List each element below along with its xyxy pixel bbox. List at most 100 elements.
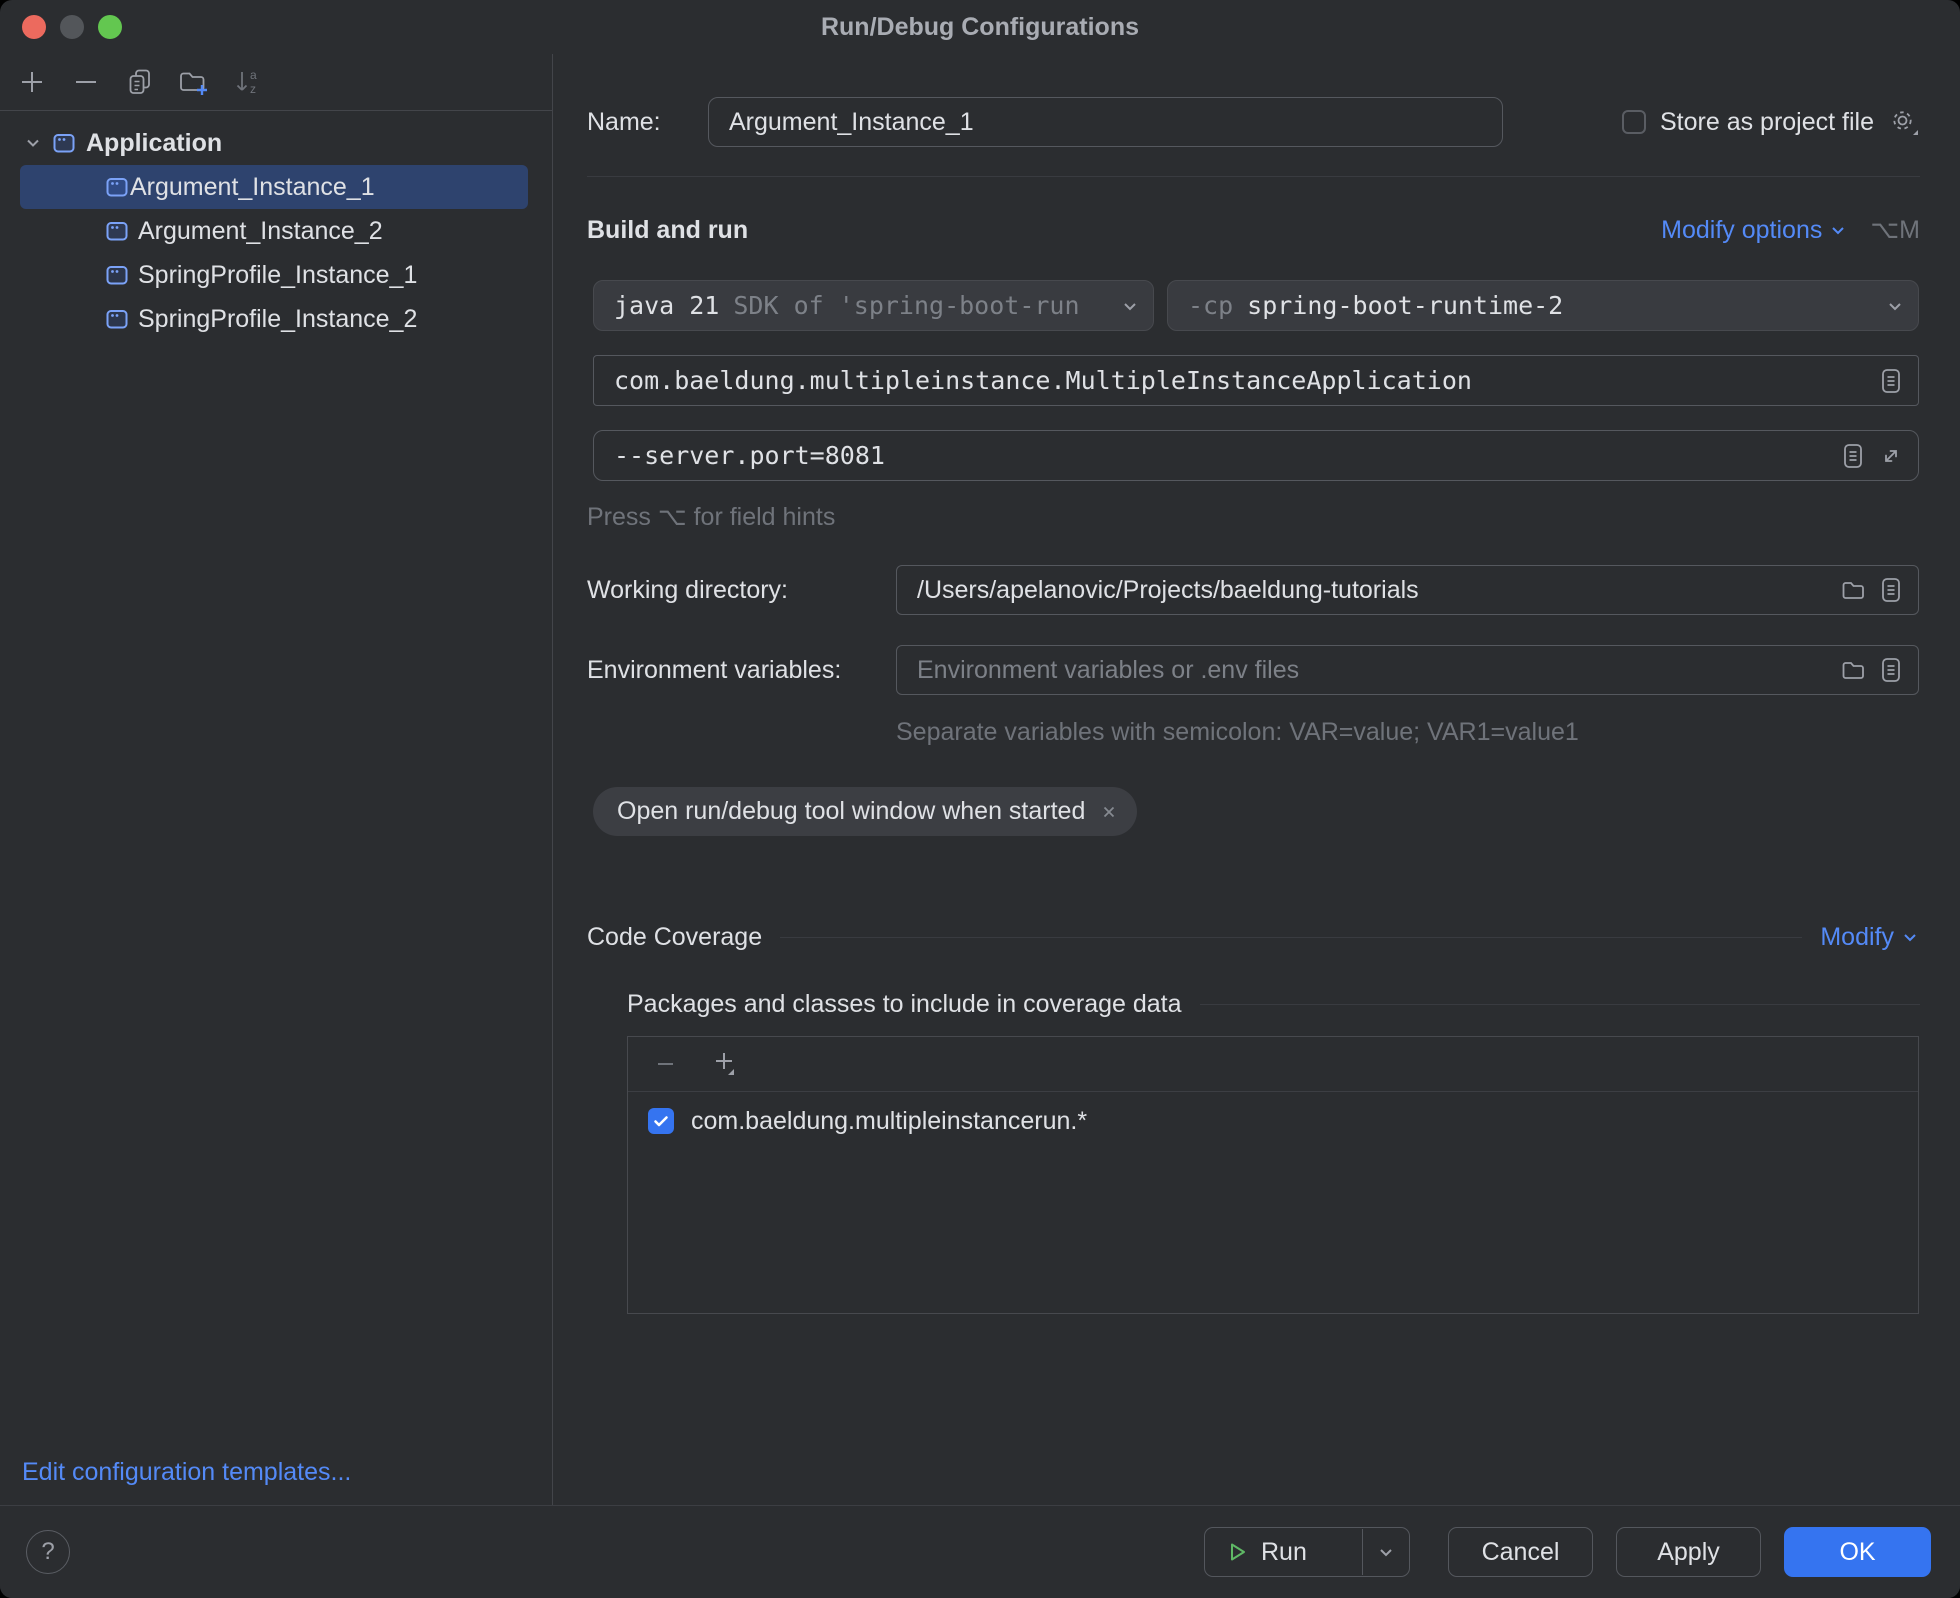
coverage-pattern-checkbox[interactable] <box>648 1108 674 1134</box>
list-options-icon[interactable] <box>1878 656 1904 684</box>
ok-button[interactable]: OK <box>1784 1527 1931 1577</box>
add-icon <box>709 1047 743 1081</box>
working-directory-input[interactable] <box>917 576 1840 605</box>
separator <box>780 937 1802 938</box>
modify-options-shortcut: ⌥M <box>1870 215 1920 245</box>
close-icon[interactable] <box>1099 802 1119 822</box>
dialog-footer: ? Run Cancel Apply OK <box>0 1505 1960 1598</box>
minimize-window-button[interactable] <box>60 15 84 39</box>
sort-configurations-button[interactable]: az <box>228 62 268 102</box>
tree-item-label: SpringProfile_Instance_1 <box>138 261 417 290</box>
name-input[interactable] <box>729 108 1488 137</box>
chevron-down-icon <box>1119 295 1141 317</box>
folder-icon[interactable] <box>1840 577 1866 603</box>
configurations-tree: Application Argument_Instance_1 Argument… <box>0 111 552 341</box>
store-as-project-file-label: Store as project file <box>1660 108 1874 137</box>
run-options-arrow[interactable] <box>1363 1541 1409 1563</box>
window-title: Run/Debug Configurations <box>821 13 1139 42</box>
svg-text:a: a <box>250 68 257 82</box>
titlebar: Run/Debug Configurations <box>0 0 1960 54</box>
zoom-window-button[interactable] <box>98 15 122 39</box>
program-arguments-field[interactable]: --server.port=8081 <box>593 430 1919 481</box>
run-config-icon <box>104 174 130 200</box>
add-configuration-button[interactable] <box>12 62 52 102</box>
svg-text:z: z <box>250 82 256 96</box>
main-class-field[interactable]: com.baeldung.multipleinstance.MultipleIn… <box>593 355 1919 406</box>
run-debug-configurations-dialog: Run/Debug Configurations az <box>0 0 1960 1598</box>
working-directory-field[interactable] <box>896 565 1919 615</box>
coverage-pattern-row[interactable]: com.baeldung.multipleinstancerun.* <box>628 1092 1918 1150</box>
gear-icon[interactable] <box>1888 106 1920 138</box>
chevron-down-icon <box>1828 220 1848 240</box>
build-and-run-header: Build and run Modify options ⌥M <box>587 208 1920 252</box>
code-coverage-title: Code Coverage <box>587 923 762 952</box>
chip-label: Open run/debug tool window when started <box>617 797 1085 826</box>
cancel-button[interactable]: Cancel <box>1448 1527 1593 1577</box>
environment-variables-input[interactable] <box>917 656 1840 685</box>
coverage-packages-header: Packages and classes to include in cover… <box>627 982 1920 1026</box>
code-coverage-header: Code Coverage Modify <box>587 915 1920 959</box>
list-options-icon[interactable] <box>1840 442 1866 470</box>
classpath-dropdown[interactable]: -cp spring-boot-runtime-2 <box>1167 280 1919 331</box>
apply-button[interactable]: Apply <box>1616 1527 1761 1577</box>
play-icon <box>1225 1540 1249 1564</box>
list-options-icon[interactable] <box>1878 367 1904 395</box>
coverage-remove-pattern-button[interactable] <box>646 1044 686 1084</box>
coverage-add-pattern-button[interactable] <box>706 1044 746 1084</box>
environment-variables-field[interactable] <box>896 645 1919 695</box>
help-icon: ? <box>41 1538 54 1566</box>
tree-node-application[interactable]: Application <box>0 121 552 165</box>
name-field[interactable] <box>708 97 1503 147</box>
coverage-packages-label: Packages and classes to include in cover… <box>627 990 1182 1019</box>
working-directory-label: Working directory: <box>587 565 788 615</box>
configurations-sidebar: az Application Argument_Instance_1 Argum… <box>0 54 553 1505</box>
coverage-packages-table: com.baeldung.multipleinstancerun.* <box>627 1036 1919 1314</box>
new-folder-button[interactable] <box>174 62 214 102</box>
run-config-icon <box>104 218 130 244</box>
coverage-pattern-label: com.baeldung.multipleinstancerun.* <box>691 1107 1087 1136</box>
new-folder-icon <box>177 65 211 99</box>
tree-item-springprofile-instance-1[interactable]: SpringProfile_Instance_1 <box>0 253 552 297</box>
coverage-modify-link[interactable]: Modify <box>1820 923 1920 952</box>
tree-item-label: Argument_Instance_1 <box>130 173 375 202</box>
chevron-down-icon[interactable] <box>24 134 42 152</box>
jdk-dropdown[interactable]: java 21 SDK of 'spring-boot-run <box>593 280 1154 331</box>
name-label: Name: <box>587 97 661 147</box>
copy-icon <box>125 67 155 97</box>
edit-configuration-templates-link[interactable]: Edit configuration templates... <box>22 1458 351 1487</box>
build-and-run-title: Build and run <box>587 216 748 245</box>
window-controls <box>22 15 122 39</box>
store-as-project-file-group: Store as project file <box>1622 97 1920 147</box>
program-arguments-value: --server.port=8081 <box>614 441 885 470</box>
copy-configuration-button[interactable] <box>120 62 160 102</box>
tree-item-argument-instance-1[interactable]: Argument_Instance_1 <box>20 165 528 209</box>
remove-configuration-button[interactable] <box>66 62 106 102</box>
coverage-modify-label: Modify <box>1820 923 1894 952</box>
jdk-value: java 21 <box>614 291 719 320</box>
list-options-icon[interactable] <box>1878 576 1904 604</box>
separator <box>1200 1004 1920 1005</box>
tree-item-label: Argument_Instance_2 <box>138 217 383 246</box>
remove-icon <box>71 67 101 97</box>
tree-item-label: SpringProfile_Instance_2 <box>138 305 417 334</box>
tree-item-springprofile-instance-2[interactable]: SpringProfile_Instance_2 <box>0 297 552 341</box>
store-as-project-file-checkbox[interactable] <box>1622 110 1646 134</box>
tree-node-label: Application <box>86 129 222 158</box>
open-run-tool-window-chip[interactable]: Open run/debug tool window when started <box>593 787 1137 836</box>
remove-icon <box>651 1049 681 1079</box>
separator <box>587 176 1920 177</box>
sidebar-toolbar: az <box>0 54 552 111</box>
help-button[interactable]: ? <box>26 1530 70 1574</box>
modify-options-link[interactable]: Modify options <box>1661 216 1848 245</box>
add-icon <box>17 67 47 97</box>
tree-item-argument-instance-2[interactable]: Argument_Instance_2 <box>0 209 552 253</box>
close-window-button[interactable] <box>22 15 46 39</box>
environment-variables-hint: Separate variables with semicolon: VAR=v… <box>896 718 1579 747</box>
cp-flag: -cp <box>1188 291 1233 320</box>
run-split-button[interactable]: Run <box>1204 1527 1410 1577</box>
folder-icon[interactable] <box>1840 657 1866 683</box>
main-class-value: com.baeldung.multipleinstance.MultipleIn… <box>614 366 1472 395</box>
field-hints-text: Press ⌥ for field hints <box>587 502 835 532</box>
run-config-icon <box>104 306 130 332</box>
expand-field-icon[interactable] <box>1878 443 1904 469</box>
